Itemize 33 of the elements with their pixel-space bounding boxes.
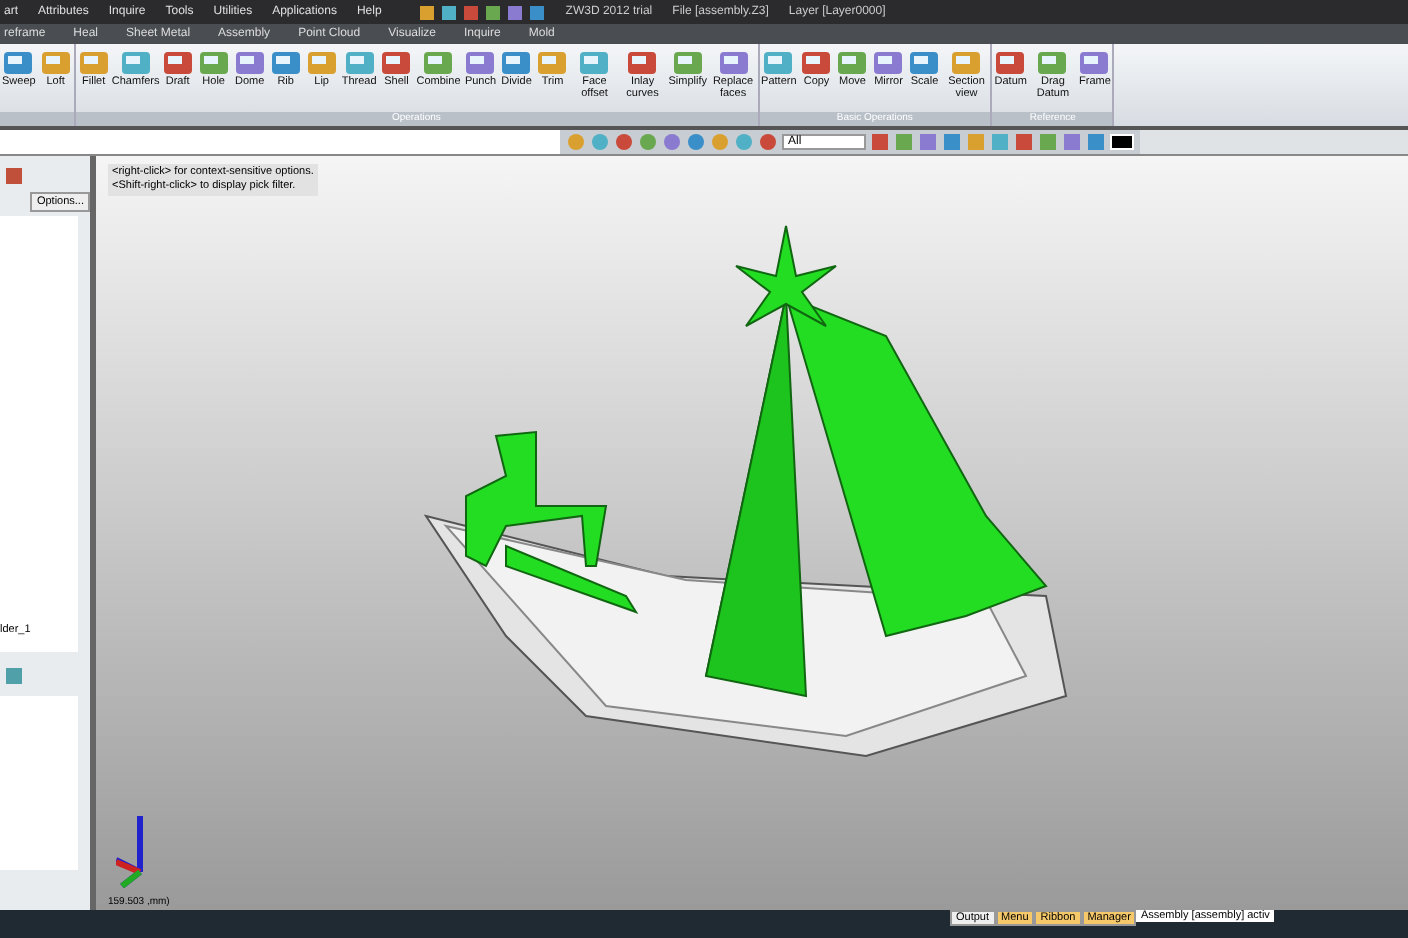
tool-icon — [422, 48, 455, 76]
toolbar-icon[interactable] — [4, 166, 24, 186]
tool-icon — [717, 48, 750, 76]
tool-icon — [464, 48, 497, 76]
tool-icon — [950, 48, 983, 76]
axis-triad-icon — [116, 816, 148, 888]
tool-icon — [2, 48, 35, 76]
tool-icon — [269, 48, 302, 76]
tool-icon — [77, 48, 110, 76]
tool-icon — [119, 48, 152, 76]
tool-icon — [39, 48, 72, 76]
tool-icon — [1078, 48, 1111, 76]
tool-icon — [305, 48, 338, 76]
tool-icon — [671, 48, 704, 76]
tool-icon — [500, 48, 533, 76]
tool-icon — [872, 48, 905, 76]
tool-icon — [233, 48, 266, 76]
tool-icon — [836, 48, 869, 76]
tool-icon — [626, 48, 659, 76]
tool-icon — [908, 48, 941, 76]
tool-icon — [197, 48, 230, 76]
tool-icon — [800, 48, 833, 76]
tool-icon — [994, 48, 1027, 76]
tool-icon — [578, 48, 611, 76]
tool-icon — [536, 48, 569, 76]
tool-icon — [380, 48, 413, 76]
tool-icon — [161, 48, 194, 76]
tool-icon — [1036, 48, 1069, 76]
tool-icon — [762, 48, 795, 76]
color-swatch[interactable] — [1110, 134, 1134, 150]
group-caption-bar — [0, 112, 74, 126]
tool-icon — [343, 48, 376, 76]
panel-icon[interactable] — [4, 666, 24, 686]
